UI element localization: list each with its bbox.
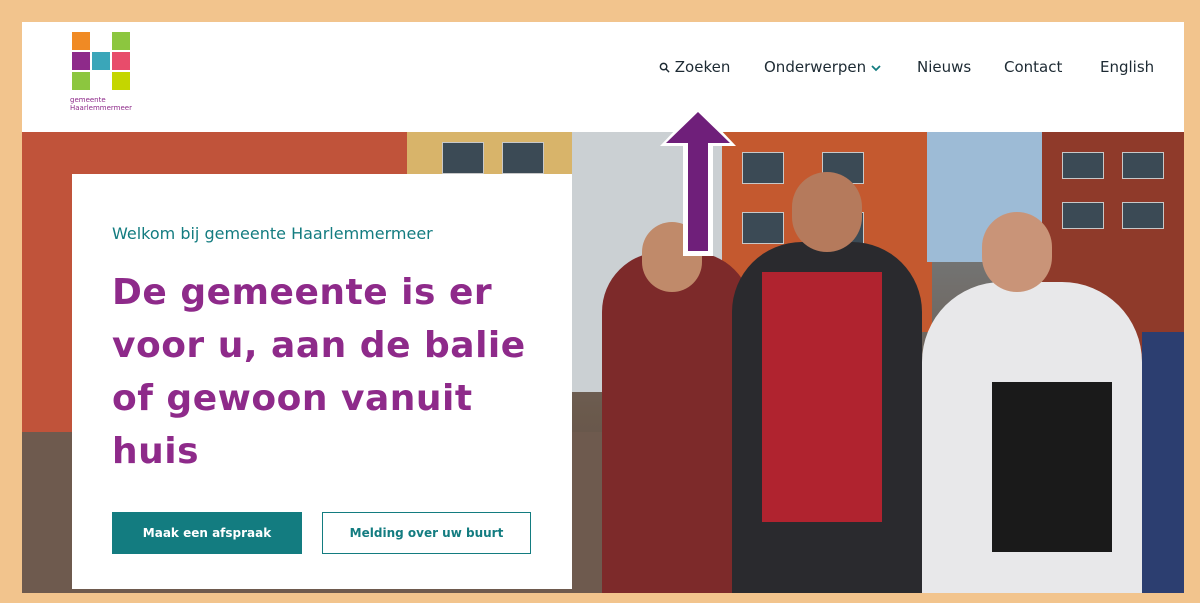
make-appointment-button[interactable]: Maak een afspraak bbox=[112, 512, 302, 554]
hero-headline: De gemeente is er voor u, aan de balie o… bbox=[112, 272, 526, 472]
nav-item-search[interactable]: Zoeken bbox=[659, 58, 730, 76]
search-icon bbox=[659, 62, 670, 73]
nav-label-news: Nieuws bbox=[917, 58, 972, 76]
browser-viewport: gemeente Haarlemmermeer Zoeken Onderwerp… bbox=[22, 22, 1184, 593]
logo-line-1: gemeente bbox=[70, 96, 106, 104]
report-neighbourhood-button[interactable]: Melding over uw buurt bbox=[322, 512, 531, 554]
chevron-down-icon bbox=[871, 64, 881, 71]
nav-item-contact[interactable]: Contact bbox=[1004, 58, 1062, 76]
nav-item-topics[interactable]: Onderwerpen bbox=[764, 58, 881, 76]
nav-label-english: English bbox=[1100, 58, 1155, 76]
hero-section: Welkom bij gemeente Haarlemmermeer De ge… bbox=[22, 132, 1184, 593]
logo-text: gemeente Haarlemmermeer bbox=[70, 96, 132, 112]
arrow-up-icon bbox=[660, 106, 736, 256]
main-navigation: Zoeken Onderwerpen Nieuws Contact Englis… bbox=[22, 58, 1184, 78]
nav-item-news[interactable]: Nieuws bbox=[917, 58, 971, 76]
nav-label-contact: Contact bbox=[1004, 58, 1063, 76]
hero-card: Welkom bij gemeente Haarlemmermeer De ge… bbox=[72, 174, 572, 589]
nav-label-search: Zoeken bbox=[674, 58, 731, 76]
welcome-text: Welkom bij gemeente Haarlemmermeer bbox=[112, 224, 433, 243]
logo-line-2: Haarlemmermeer bbox=[70, 104, 132, 112]
nav-item-english[interactable]: English bbox=[1100, 58, 1154, 76]
site-header: gemeente Haarlemmermeer Zoeken Onderwerp… bbox=[22, 22, 1184, 132]
nav-label-topics: Onderwerpen bbox=[764, 58, 867, 76]
